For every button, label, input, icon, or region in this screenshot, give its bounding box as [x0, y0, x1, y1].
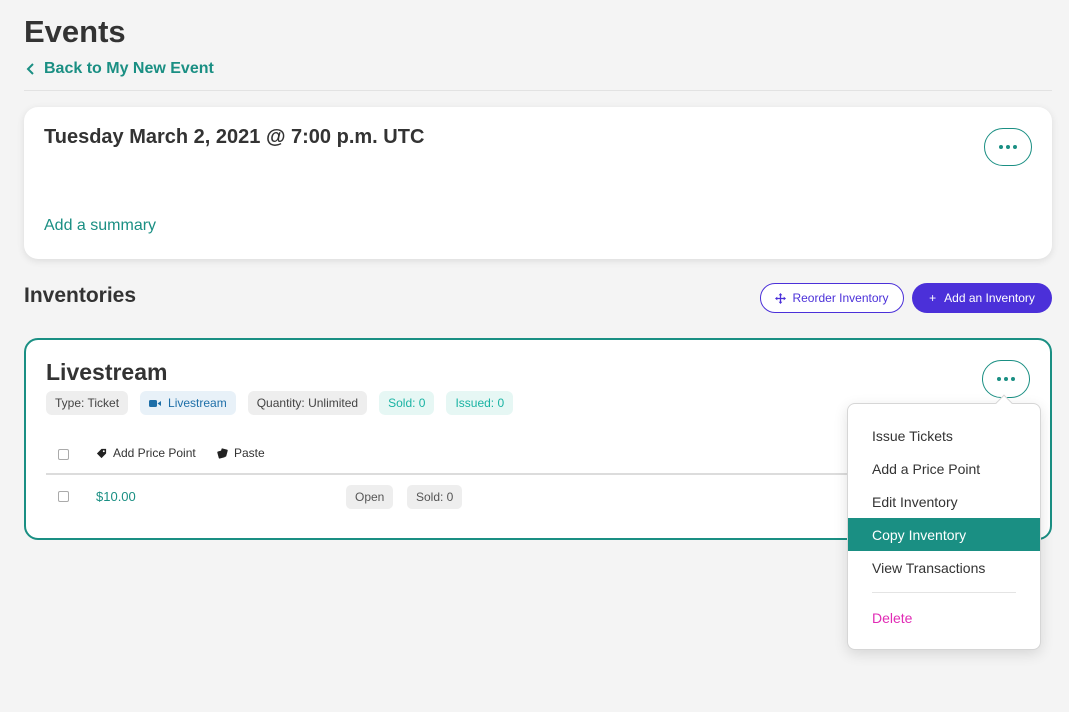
video-camera-icon	[149, 399, 162, 407]
tag-icon	[96, 448, 107, 458]
add-price-point-button[interactable]: Add Price Point	[96, 446, 196, 460]
move-icon	[775, 292, 787, 304]
paste-label: Paste	[234, 446, 265, 460]
plus-icon: +	[929, 291, 937, 305]
reorder-inventory-label: Reorder Inventory	[792, 291, 889, 305]
dot-icon	[1004, 377, 1008, 381]
chevron-left-icon	[26, 63, 34, 75]
event-more-button[interactable]	[984, 128, 1032, 166]
inventories-title: Inventories	[24, 284, 137, 307]
dot-icon	[1011, 377, 1015, 381]
menu-item-add-price-point[interactable]: Add a Price Point	[848, 452, 1040, 485]
dot-icon	[1006, 145, 1010, 149]
menu-item-issue-tickets[interactable]: Issue Tickets	[848, 419, 1040, 452]
quantity-chip: Quantity: Unlimited	[247, 391, 368, 415]
event-date-title: Tuesday March 2, 2021 @ 7:00 p.m. UTC	[44, 126, 425, 148]
add-summary-link[interactable]: Add a summary	[44, 217, 156, 235]
inventory-more-button[interactable]	[982, 360, 1030, 398]
menu-divider	[872, 592, 1016, 593]
back-link-label: Back to My New Event	[44, 60, 214, 77]
reorder-inventory-button[interactable]: Reorder Inventory	[760, 283, 904, 313]
select-all-checkbox[interactable]	[58, 449, 69, 460]
dot-icon	[999, 145, 1003, 149]
menu-item-view-transactions[interactable]: View Transactions	[848, 551, 1040, 584]
menu-item-edit-inventory[interactable]: Edit Inventory	[848, 485, 1040, 518]
paste-icon	[217, 447, 228, 459]
type-chip: Type: Ticket	[46, 391, 129, 415]
menu-item-delete[interactable]: Delete	[848, 601, 1040, 634]
price-link[interactable]: $10.00	[96, 489, 136, 504]
inventory-actions-menu: Issue Tickets Add a Price Point Edit Inv…	[847, 394, 1041, 650]
format-chip: Livestream	[140, 391, 236, 415]
inventory-chips: Type: Ticket Livestream Quantity: Unlimi…	[46, 391, 514, 415]
add-price-point-label: Add Price Point	[113, 446, 196, 460]
format-chip-label: Livestream	[168, 396, 227, 410]
dot-icon	[997, 377, 1001, 381]
page-title: Events	[24, 14, 126, 49]
dot-icon	[1013, 145, 1017, 149]
sold-chip: Sold: 0	[379, 391, 435, 415]
row-checkbox[interactable]	[58, 491, 69, 502]
add-inventory-label: Add an Inventory	[944, 291, 1035, 305]
back-link[interactable]: Back to My New Event	[26, 60, 214, 78]
add-inventory-button[interactable]: + Add an Inventory	[912, 283, 1052, 313]
issued-chip: Issued: 0	[446, 391, 514, 415]
header-divider	[24, 90, 1052, 91]
inventory-title: Livestream	[46, 359, 168, 385]
sold-badge: Sold: 0	[407, 485, 463, 509]
paste-button[interactable]: Paste	[217, 446, 265, 460]
status-badge: Open	[346, 485, 394, 509]
event-date-card: Tuesday March 2, 2021 @ 7:00 p.m. UTC Ad…	[24, 107, 1052, 259]
menu-item-copy-inventory[interactable]: Copy Inventory	[848, 518, 1040, 551]
